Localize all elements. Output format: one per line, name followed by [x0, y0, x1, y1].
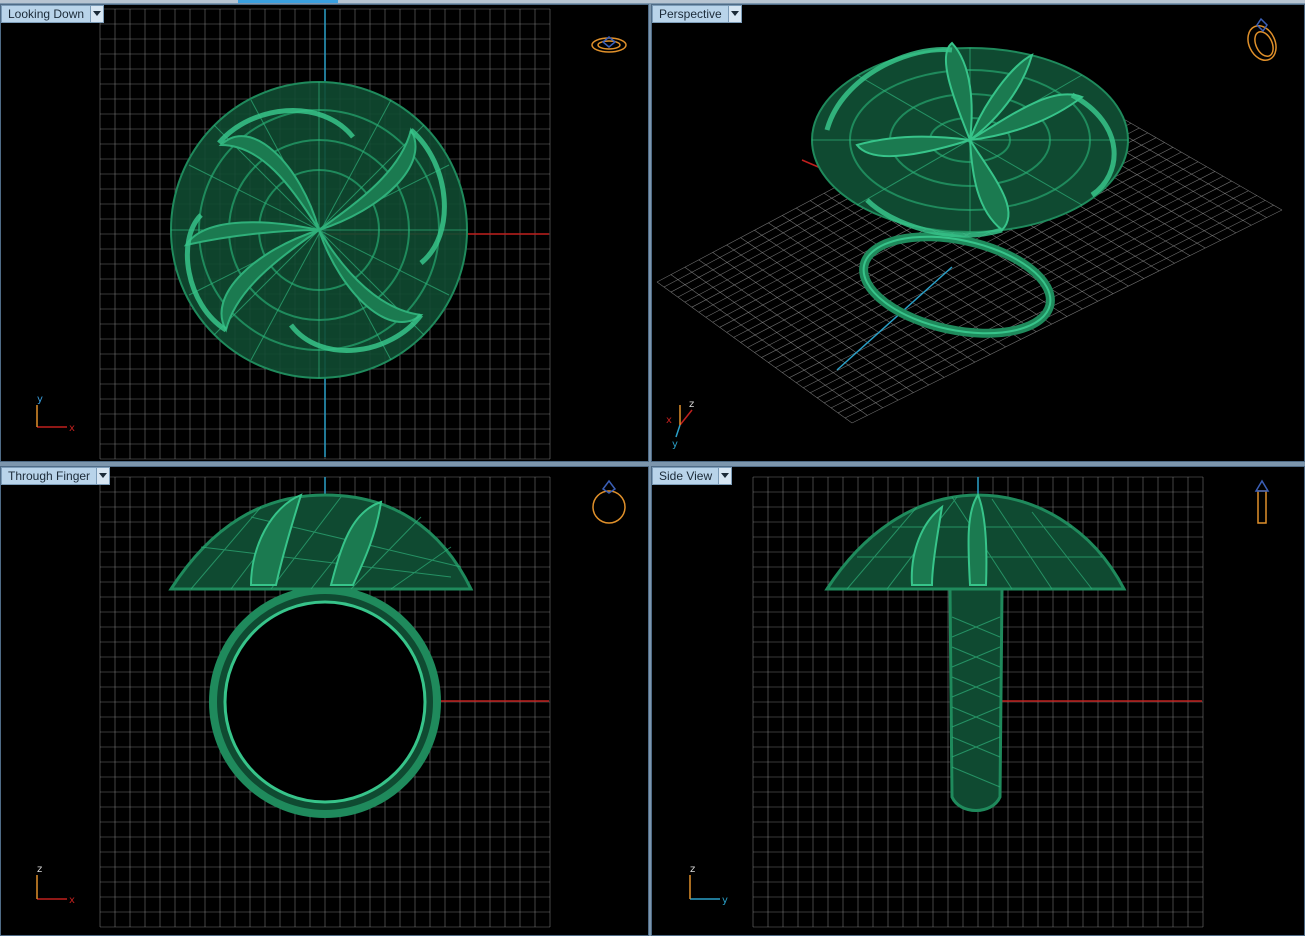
viewport-perspective[interactable]: Perspective z x y	[651, 4, 1305, 462]
ring-top-view-icon[interactable]	[591, 36, 627, 53]
axis-label-y: y	[37, 394, 43, 405]
axis-label-y: y	[672, 439, 678, 450]
chevron-down-icon[interactable]	[90, 6, 104, 22]
chevron-down-icon[interactable]	[727, 6, 741, 22]
viewport-canvas[interactable]: y x	[1, 5, 649, 462]
viewport-canvas[interactable]: z y	[652, 467, 1305, 936]
ring-model-top-view[interactable]	[170, 81, 468, 379]
chevron-down-icon[interactable]	[718, 468, 732, 484]
viewport-tab-looking-down[interactable]: Looking Down	[1, 5, 105, 23]
axis-triad-icon	[36, 405, 67, 428]
axis-label-x: x	[69, 423, 75, 434]
viewport-tab-perspective[interactable]: Perspective	[652, 5, 742, 23]
axis-triad-icon	[36, 875, 67, 900]
ring-side-view-icon[interactable]	[1254, 479, 1270, 524]
axis-label-y: y	[722, 895, 728, 906]
axis-label-z: z	[690, 864, 695, 875]
axis-label-x: x	[666, 415, 672, 426]
viewport-through-finger[interactable]: Through Finger z x	[0, 466, 649, 936]
axis-label-z: z	[689, 399, 694, 410]
ring-perspective-icon[interactable]	[1243, 17, 1282, 65]
viewport-side-view[interactable]: Side View z y	[651, 466, 1305, 936]
axis-triad-icon	[689, 875, 720, 900]
axis-label-x: x	[69, 895, 75, 906]
chevron-down-icon[interactable]	[96, 468, 110, 484]
ring-model-perspective[interactable]	[811, 41, 1129, 349]
top-tab-strip	[0, 0, 1305, 3]
viewport-canvas[interactable]: z x	[1, 467, 649, 936]
viewport-label: Perspective	[659, 7, 722, 21]
ring-model-front-view[interactable]	[168, 493, 474, 818]
viewport-canvas[interactable]: z x y	[652, 5, 1305, 462]
ring-model-side-view[interactable]	[824, 492, 1127, 812]
active-tab-indicator	[238, 0, 338, 3]
viewport-looking-down[interactable]: Looking Down y x	[0, 4, 649, 462]
ring-front-view-icon[interactable]	[592, 479, 626, 524]
viewport-label: Looking Down	[8, 7, 85, 21]
viewport-label: Through Finger	[8, 469, 91, 483]
axis-label-z: z	[37, 864, 42, 875]
viewport-tab-through-finger[interactable]: Through Finger	[1, 467, 111, 485]
viewport-tab-side-view[interactable]: Side View	[652, 467, 733, 485]
viewport-label: Side View	[659, 469, 713, 483]
